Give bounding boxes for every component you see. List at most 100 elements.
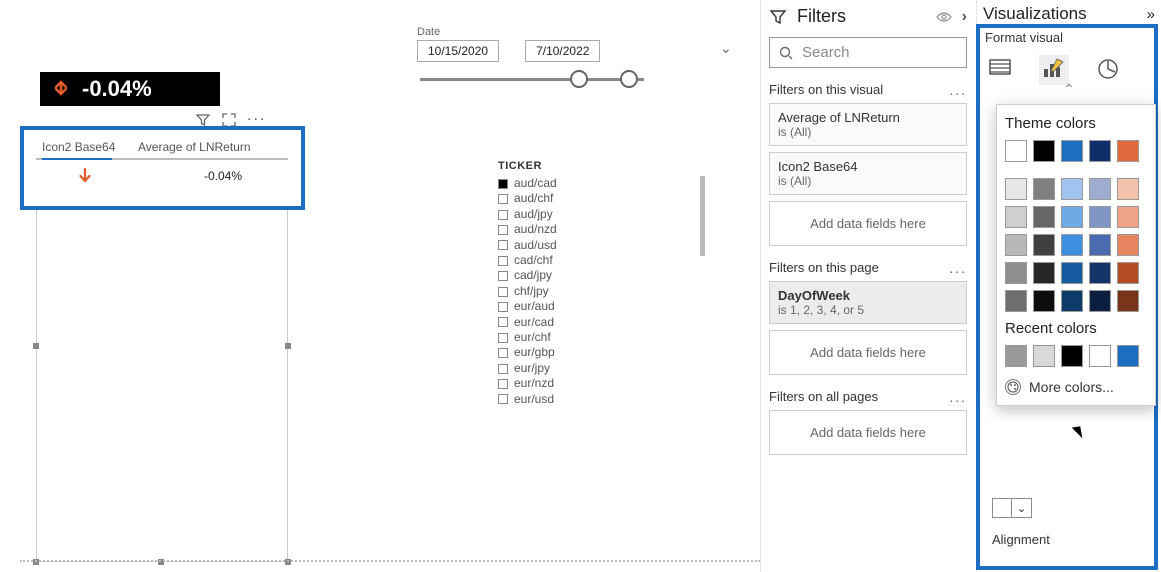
ticker-item[interactable]: aud/chf xyxy=(498,191,678,206)
color-swatch[interactable] xyxy=(1005,290,1027,312)
checkbox[interactable] xyxy=(498,210,508,220)
resize-handle[interactable] xyxy=(285,343,291,349)
checkbox[interactable] xyxy=(498,302,508,312)
color-swatch[interactable] xyxy=(1033,140,1055,162)
checkbox[interactable] xyxy=(498,225,508,235)
filter-card-dayofweek[interactable]: DayOfWeek is 1, 2, 3, 4, or 5 xyxy=(769,281,967,324)
color-swatch[interactable] xyxy=(1033,234,1055,256)
ticker-item[interactable]: eur/aud xyxy=(498,299,678,314)
color-swatch[interactable] xyxy=(1089,140,1111,162)
color-swatch[interactable] xyxy=(1033,206,1055,228)
expand-chevron-icon[interactable]: » xyxy=(1147,6,1155,23)
checkbox[interactable] xyxy=(498,364,508,374)
color-swatch[interactable] xyxy=(1033,345,1055,367)
section-more-icon[interactable]: ... xyxy=(949,264,967,272)
color-swatch[interactable] xyxy=(1061,234,1083,256)
ticker-item[interactable]: aud/usd xyxy=(498,238,678,253)
color-dropdown[interactable]: ⌄ xyxy=(992,498,1032,518)
ticker-item[interactable]: eur/gbp xyxy=(498,345,678,360)
slider-thumb-start[interactable] xyxy=(570,70,588,88)
collapse-chevron-icon[interactable]: › xyxy=(962,8,967,26)
resize-handle[interactable] xyxy=(33,343,39,349)
table-col-1[interactable]: Icon2 Base64 xyxy=(42,140,128,154)
color-swatch[interactable] xyxy=(1089,345,1111,367)
checkbox[interactable] xyxy=(498,271,508,281)
checkbox[interactable] xyxy=(498,317,508,327)
color-swatch[interactable] xyxy=(1089,262,1111,284)
slider-thumb-end[interactable] xyxy=(620,70,638,88)
checkbox[interactable] xyxy=(498,394,508,404)
color-swatch[interactable] xyxy=(1117,234,1139,256)
color-swatch[interactable] xyxy=(1061,206,1083,228)
kpi-card[interactable]: -0.04% xyxy=(40,72,220,106)
color-swatch[interactable] xyxy=(1005,206,1027,228)
analytics-tab[interactable] xyxy=(1093,55,1123,85)
ticker-item[interactable]: eur/usd xyxy=(498,392,678,407)
filter-search-input[interactable]: Search xyxy=(769,37,967,68)
checkbox[interactable] xyxy=(498,240,508,250)
checkbox[interactable] xyxy=(498,287,508,297)
color-swatch[interactable] xyxy=(1061,262,1083,284)
table-visual[interactable]: Icon2 Base64 Average of LNReturn -0.04% xyxy=(36,136,288,190)
section-more-icon[interactable]: ... xyxy=(949,86,967,94)
color-swatch[interactable] xyxy=(1061,345,1083,367)
eye-icon[interactable] xyxy=(936,11,952,23)
checkbox[interactable] xyxy=(498,179,508,189)
color-swatch[interactable] xyxy=(1089,206,1111,228)
report-canvas[interactable]: -0.04% ... Icon2 Base64 Average of LNRet… xyxy=(0,0,760,570)
slicer-chevron-icon[interactable]: ⌄ xyxy=(720,40,732,57)
color-swatch[interactable] xyxy=(1005,262,1027,284)
more-colors-button[interactable]: More colors... xyxy=(1005,379,1147,395)
ticker-item[interactable]: eur/chf xyxy=(498,330,678,345)
table-col-2[interactable]: Average of LNReturn xyxy=(138,140,282,154)
color-swatch[interactable] xyxy=(1005,140,1027,162)
ticker-item[interactable]: aud/nzd xyxy=(498,222,678,237)
color-swatch[interactable] xyxy=(1061,290,1083,312)
ticker-item[interactable]: aud/cad xyxy=(498,176,678,191)
color-swatch[interactable] xyxy=(1089,290,1111,312)
checkbox[interactable] xyxy=(498,333,508,343)
ticker-item[interactable]: eur/jpy xyxy=(498,361,678,376)
add-page-filter[interactable]: Add data fields here xyxy=(769,330,967,375)
color-swatch[interactable] xyxy=(1117,262,1139,284)
date-end-input[interactable]: 7/10/2022 xyxy=(525,40,600,62)
add-visual-filter[interactable]: Add data fields here xyxy=(769,201,967,246)
ticker-item-label: aud/nzd xyxy=(514,222,557,237)
build-visual-tab[interactable] xyxy=(985,55,1015,85)
checkbox[interactable] xyxy=(498,379,508,389)
color-swatch[interactable] xyxy=(1089,178,1111,200)
color-swatch[interactable] xyxy=(1117,206,1139,228)
date-slider[interactable] xyxy=(420,68,644,88)
color-swatch[interactable] xyxy=(1117,140,1139,162)
checkbox[interactable] xyxy=(498,194,508,204)
color-swatch[interactable] xyxy=(1117,345,1139,367)
color-swatch[interactable] xyxy=(1033,262,1055,284)
ticker-list[interactable]: aud/cadaud/chfaud/jpyaud/nzdaud/usdcad/c… xyxy=(498,176,678,407)
checkbox[interactable] xyxy=(498,348,508,358)
ticker-item[interactable]: eur/cad xyxy=(498,315,678,330)
color-swatch[interactable] xyxy=(1061,178,1083,200)
date-start-input[interactable]: 10/15/2020 xyxy=(417,40,499,62)
ticker-scrollbar[interactable] xyxy=(700,176,705,256)
dropdown-chevron-icon[interactable]: ⌄ xyxy=(1012,498,1032,518)
color-swatch[interactable] xyxy=(1117,290,1139,312)
color-swatch[interactable] xyxy=(1117,178,1139,200)
filter-card-icon2[interactable]: Icon2 Base64 is (All) xyxy=(769,152,967,195)
ticker-item[interactable]: chf/jpy xyxy=(498,284,678,299)
add-all-pages-filter[interactable]: Add data fields here xyxy=(769,410,967,455)
ticker-item[interactable]: eur/nzd xyxy=(498,376,678,391)
color-swatch[interactable] xyxy=(1033,178,1055,200)
ticker-item[interactable]: aud/jpy xyxy=(498,207,678,222)
color-swatch[interactable] xyxy=(1005,234,1027,256)
filter-card-avg-lnreturn[interactable]: Average of LNReturn is (All) xyxy=(769,103,967,146)
ticker-item[interactable]: cad/jpy xyxy=(498,268,678,283)
color-swatch[interactable] xyxy=(1033,290,1055,312)
table-row[interactable]: -0.04% xyxy=(36,160,288,190)
color-swatch[interactable] xyxy=(1061,140,1083,162)
checkbox[interactable] xyxy=(498,256,508,266)
color-swatch[interactable] xyxy=(1005,178,1027,200)
color-swatch[interactable] xyxy=(1005,345,1027,367)
color-swatch[interactable] xyxy=(1089,234,1111,256)
section-more-icon[interactable]: ... xyxy=(949,393,967,401)
ticker-item[interactable]: cad/chf xyxy=(498,253,678,268)
